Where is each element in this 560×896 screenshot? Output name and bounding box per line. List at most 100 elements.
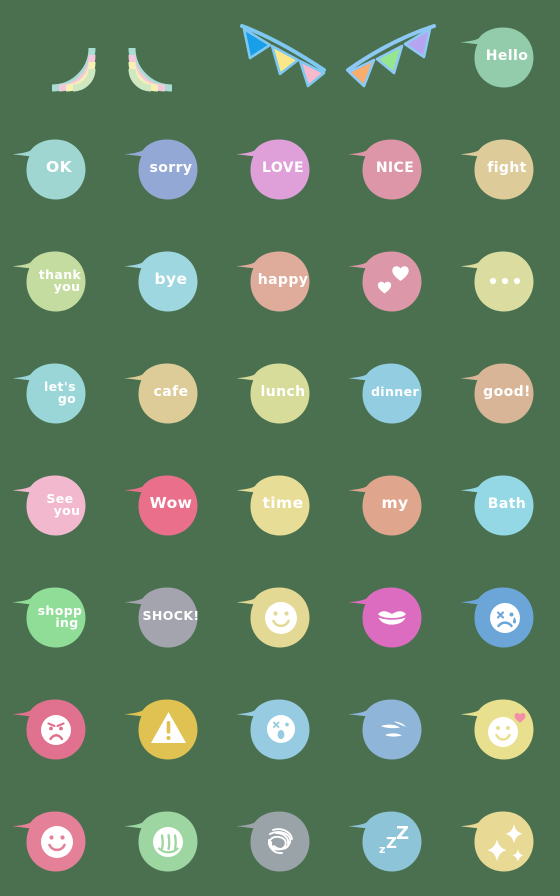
sticker-cell-lips[interactable]	[336, 560, 448, 672]
speech-bubble-icon	[460, 363, 534, 424]
sticker-art-wow: Wow	[112, 448, 224, 560]
sticker-art-dinner: dinner	[336, 336, 448, 448]
sticker-cell-hearts[interactable]	[336, 224, 448, 336]
sticker-art-scribble	[224, 784, 336, 896]
sticker-cell-smile-pink[interactable]	[0, 784, 112, 896]
sleeping-zzz-icon: zZZ	[348, 811, 422, 872]
smiley-face-icon	[12, 811, 86, 872]
sticker-grid: Hello OK sorry LOVE NICE fight thank you bye happ…	[0, 0, 560, 896]
sticker-cell-smile-yellow[interactable]	[224, 560, 336, 672]
sticker-cell-nice[interactable]: NICE	[336, 112, 448, 224]
sticker-art-bye: bye	[112, 224, 224, 336]
sticker-cell-shopping[interactable]: shopp ing	[0, 560, 112, 672]
sticker-art-smile-yellow	[224, 560, 336, 672]
sticker-cell-see-you[interactable]: See you	[0, 448, 112, 560]
speech-bubble-icon	[460, 139, 534, 200]
sticker-cell-lets-go[interactable]: let's go	[0, 336, 112, 448]
lips-icon	[348, 587, 422, 648]
sticker-cell-rainbow-right[interactable]	[112, 0, 224, 112]
sticker-cell-sleep[interactable]: zZZ	[336, 784, 448, 896]
sticker-art-rainbow-left	[0, 0, 112, 112]
sticker-art-bath: Bath	[448, 448, 560, 560]
sticker-cell-bye[interactable]: bye	[112, 224, 224, 336]
speech-bubble-icon	[124, 587, 198, 648]
crying-face-icon	[460, 587, 534, 648]
sticker-cell-crying[interactable]	[448, 560, 560, 672]
smiley-face-icon	[236, 587, 310, 648]
sticker-cell-my[interactable]: my	[336, 448, 448, 560]
sticker-cell-dots[interactable]	[448, 224, 560, 336]
sticker-cell-bunting-left[interactable]	[224, 0, 336, 112]
sticker-art-lunch: lunch	[224, 336, 336, 448]
sticker-art-bunting-right	[336, 0, 448, 112]
sticker-cell-surprised[interactable]	[224, 672, 336, 784]
sticker-art-lips	[336, 560, 448, 672]
closed-eyes-icon	[348, 699, 422, 760]
sticker-cell-angry[interactable]	[0, 672, 112, 784]
sticker-art-warning	[112, 672, 224, 784]
sticker-cell-shock[interactable]: SHOCK!	[112, 560, 224, 672]
speech-bubble-icon	[460, 475, 534, 536]
sticker-art-see-you: See you	[0, 448, 112, 560]
sticker-cell-cafe[interactable]: cafe	[112, 336, 224, 448]
sticker-art-thank-you: thank you	[0, 224, 112, 336]
sticker-cell-love[interactable]: LOVE	[224, 112, 336, 224]
sticker-art-crying	[448, 560, 560, 672]
sticker-cell-dinner[interactable]: dinner	[336, 336, 448, 448]
sticker-cell-fight[interactable]: fight	[448, 112, 560, 224]
speech-bubble-icon	[12, 139, 86, 200]
sticker-cell-sorry[interactable]: sorry	[112, 112, 224, 224]
sticker-cell-ok[interactable]: OK	[0, 112, 112, 224]
speech-bubble-icon	[12, 475, 86, 536]
sticker-art-love: LOVE	[224, 112, 336, 224]
sticker-cell-bath[interactable]: Bath	[448, 448, 560, 560]
rainbow-icon	[128, 47, 173, 92]
speech-bubble-icon	[124, 363, 198, 424]
sticker-art-bunting-left	[224, 0, 336, 112]
speech-bubble-icon	[12, 251, 86, 312]
sticker-cell-hello[interactable]: Hello	[448, 0, 560, 112]
speech-bubble-icon	[348, 475, 422, 536]
sticker-art-petals	[336, 672, 448, 784]
speech-bubble-icon	[460, 27, 534, 88]
bunting-icon	[240, 24, 326, 88]
sticker-art-shopping: shopp ing	[0, 560, 112, 672]
sticker-art-sorry: sorry	[112, 112, 224, 224]
sticker-cell-sparkle[interactable]	[448, 784, 560, 896]
sticker-cell-smile-heart[interactable]	[448, 672, 560, 784]
bunting-icon	[346, 24, 436, 88]
speech-bubble-icon	[12, 363, 86, 424]
sticker-cell-scribble[interactable]	[224, 784, 336, 896]
rainbow-icon	[51, 47, 96, 92]
speech-bubble-icon	[236, 139, 310, 200]
speech-bubble-icon	[124, 251, 198, 312]
sticker-art-my: my	[336, 448, 448, 560]
sticker-art-hearts	[336, 224, 448, 336]
speech-bubble-icon	[124, 475, 198, 536]
surprised-face-icon	[236, 699, 310, 760]
sticker-cell-happy[interactable]: happy	[224, 224, 336, 336]
svg-text:z: z	[379, 843, 385, 856]
speech-bubble-icon	[236, 251, 310, 312]
sticker-art-smile-heart	[448, 672, 560, 784]
sticker-art-smile-pink	[0, 784, 112, 896]
sticker-art-angry	[0, 672, 112, 784]
sticker-cell-warning[interactable]	[112, 672, 224, 784]
sticker-art-rainbow-right	[112, 0, 224, 112]
sticker-art-sleep: zZZ	[336, 784, 448, 896]
sticker-cell-thank-you[interactable]: thank you	[0, 224, 112, 336]
sticker-cell-good[interactable]: good!	[448, 336, 560, 448]
sticker-cell-petals[interactable]	[336, 672, 448, 784]
sticker-cell-time[interactable]: time	[224, 448, 336, 560]
sticker-art-cafe: cafe	[112, 336, 224, 448]
sticker-cell-wow[interactable]: Wow	[112, 448, 224, 560]
sticker-art-dots	[448, 224, 560, 336]
speech-bubble-icon	[236, 475, 310, 536]
angry-face-icon	[12, 699, 86, 760]
svg-text:Z: Z	[396, 823, 409, 844]
scribble-face-icon	[236, 811, 310, 872]
sticker-cell-rainbow-left[interactable]	[0, 0, 112, 112]
sticker-cell-lunch[interactable]: lunch	[224, 336, 336, 448]
sticker-cell-laugh-green[interactable]	[112, 784, 224, 896]
sticker-cell-bunting-right[interactable]	[336, 0, 448, 112]
